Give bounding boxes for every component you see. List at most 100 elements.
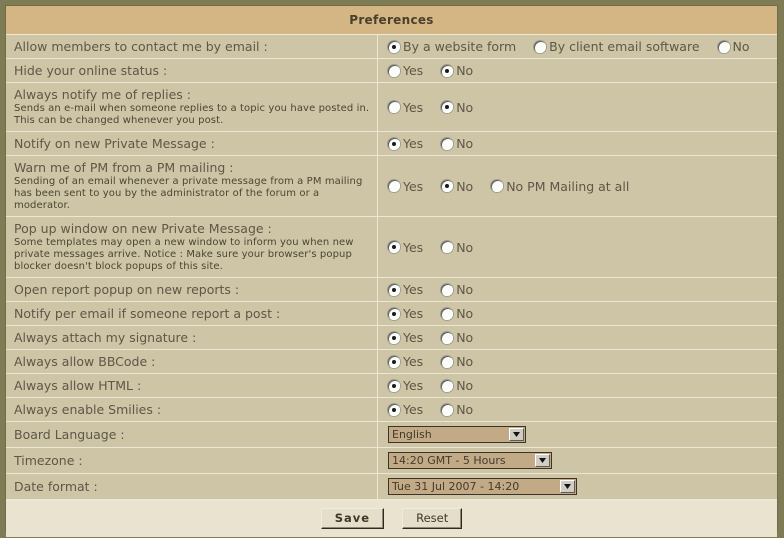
radio-option[interactable]: Yes bbox=[388, 306, 423, 321]
radio-option[interactable]: By client email software bbox=[534, 39, 700, 54]
radio-option[interactable]: No bbox=[441, 306, 473, 321]
date-format-select[interactable]: Tue 31 Jul 2007 - 14:20 bbox=[388, 478, 577, 495]
preferences-rows: Allow members to contact me by email : By… bbox=[6, 35, 777, 500]
radio-option[interactable]: Yes bbox=[388, 330, 423, 345]
radio-button-icon[interactable] bbox=[388, 64, 400, 77]
radio-button-icon[interactable] bbox=[441, 355, 454, 368]
radio-button-icon[interactable] bbox=[441, 403, 454, 416]
preferences-frame: Preferences Allow members to contact me … bbox=[0, 0, 784, 538]
radio-option-label: No bbox=[456, 282, 474, 297]
radio-option[interactable]: Yes bbox=[388, 240, 423, 255]
preference-row: Always allow HTML : Yes No bbox=[6, 374, 777, 398]
radio-button-selected-icon[interactable] bbox=[388, 355, 400, 368]
radio-option[interactable]: No bbox=[441, 136, 473, 151]
preference-label: Allow members to contact me by email : bbox=[14, 39, 268, 54]
timezone-selected-value: 14:20 GMT - 5 Hours bbox=[392, 454, 506, 467]
radio-option-label: No PM Mailing at all bbox=[506, 178, 630, 194]
radio-button-icon[interactable] bbox=[441, 379, 454, 392]
radio-option-label: No bbox=[732, 39, 750, 54]
timezone-select[interactable]: 14:20 GMT - 5 Hours bbox=[388, 452, 552, 469]
radio-option[interactable]: No bbox=[441, 179, 473, 194]
preference-row: Open report popup on new reports : Yes No bbox=[6, 278, 777, 302]
radio-button-icon[interactable] bbox=[388, 180, 400, 192]
radio-button-selected-icon[interactable] bbox=[388, 379, 400, 392]
preference-label-cell: Timezone : bbox=[6, 448, 378, 473]
radio-option-label: Yes bbox=[403, 330, 424, 345]
preference-label: Board Language : bbox=[14, 427, 125, 442]
reset-button[interactable]: Reset bbox=[402, 508, 463, 529]
preference-label-cell: Notify on new Private Message : bbox=[6, 132, 378, 155]
radio-option[interactable]: No bbox=[717, 39, 750, 54]
radio-button-icon[interactable] bbox=[534, 40, 547, 53]
preference-value-cell: Yes No bbox=[378, 326, 777, 349]
radio-option[interactable]: No bbox=[441, 354, 473, 369]
preference-row: Pop up window on new Private Message : So… bbox=[6, 217, 777, 278]
radio-button-icon[interactable] bbox=[491, 180, 504, 192]
radio-option[interactable]: Yes bbox=[388, 136, 423, 151]
radio-button-icon[interactable] bbox=[441, 283, 454, 296]
radio-button-selected-icon[interactable] bbox=[388, 331, 400, 344]
radio-option[interactable]: Yes bbox=[388, 179, 423, 194]
save-button[interactable]: Save bbox=[320, 508, 385, 529]
board-language-select[interactable]: English bbox=[388, 426, 526, 443]
radio-option[interactable]: No bbox=[441, 378, 473, 393]
radio-option[interactable]: Yes bbox=[388, 63, 423, 78]
radio-option[interactable]: Yes bbox=[388, 354, 423, 369]
preference-row: Always enable Smilies : Yes No bbox=[6, 398, 777, 422]
preference-row: Board Language : English bbox=[6, 422, 777, 448]
radio-option[interactable]: Yes bbox=[388, 402, 423, 417]
radio-option[interactable]: No bbox=[441, 282, 473, 297]
preference-label: Warn me of PM from a PM mailing : bbox=[14, 160, 234, 175]
radio-button-icon[interactable] bbox=[441, 331, 454, 344]
radio-option[interactable]: By a website form bbox=[388, 39, 516, 54]
radio-option[interactable]: No PM Mailing at all bbox=[491, 179, 629, 194]
preference-label-cell: Date format : bbox=[6, 474, 378, 499]
radio-option-label: No bbox=[456, 306, 474, 321]
preference-row: Notify per email if someone report a pos… bbox=[6, 302, 777, 326]
preference-value-cell: English bbox=[378, 422, 777, 447]
preference-description: Sends an e-mail when someone replies to … bbox=[14, 103, 370, 126]
radio-button-selected-icon[interactable] bbox=[388, 403, 400, 416]
radio-option-label: Yes bbox=[403, 402, 424, 417]
radio-button-selected-icon[interactable] bbox=[388, 40, 400, 53]
radio-option-label: Yes bbox=[403, 99, 424, 115]
preference-value-cell: Yes No bbox=[378, 278, 777, 301]
radio-option[interactable]: No bbox=[441, 402, 473, 417]
radio-group: Yes No No PM Mailing at all bbox=[388, 179, 629, 194]
radio-option[interactable]: Yes bbox=[388, 282, 423, 297]
chevron-down-icon[interactable] bbox=[535, 454, 550, 467]
radio-option[interactable]: Yes bbox=[388, 378, 423, 393]
radio-option-label: Yes bbox=[403, 282, 424, 297]
radio-button-selected-icon[interactable] bbox=[388, 241, 400, 253]
preference-label: Date format : bbox=[14, 479, 98, 494]
radio-button-selected-icon[interactable] bbox=[441, 180, 454, 192]
preference-description: Sending of an email whenever a private m… bbox=[14, 176, 363, 211]
radio-button-selected-icon[interactable] bbox=[388, 307, 400, 320]
radio-button-icon[interactable] bbox=[441, 137, 454, 150]
radio-option[interactable]: No bbox=[441, 240, 473, 255]
preference-value-cell: Yes No bbox=[378, 374, 777, 397]
radio-button-selected-icon[interactable] bbox=[441, 64, 454, 77]
board-language-selected-value: English bbox=[392, 428, 432, 441]
radio-option[interactable]: No bbox=[441, 63, 473, 78]
radio-button-icon[interactable] bbox=[388, 101, 400, 113]
panel-title-bar: Preferences bbox=[6, 6, 777, 35]
radio-button-selected-icon[interactable] bbox=[388, 137, 400, 150]
radio-button-selected-icon[interactable] bbox=[388, 283, 400, 296]
preference-label-cell: Always enable Smilies : bbox=[6, 398, 378, 421]
radio-option[interactable]: No bbox=[441, 330, 473, 345]
radio-button-icon[interactable] bbox=[717, 40, 730, 53]
radio-option[interactable]: No bbox=[441, 100, 473, 115]
preference-value-cell: Yes No bbox=[378, 132, 777, 155]
radio-group: By a website form By client email softwar… bbox=[388, 39, 750, 54]
preference-value-cell: By a website form By client email softwar… bbox=[378, 35, 777, 58]
form-actions: Save Reset bbox=[6, 500, 777, 537]
radio-button-icon[interactable] bbox=[441, 307, 454, 320]
chevron-down-icon[interactable] bbox=[509, 428, 524, 441]
radio-option[interactable]: Yes bbox=[388, 100, 423, 115]
radio-button-selected-icon[interactable] bbox=[441, 101, 454, 113]
radio-option-label: Yes bbox=[403, 306, 424, 321]
radio-button-icon[interactable] bbox=[441, 241, 454, 253]
chevron-down-icon[interactable] bbox=[560, 480, 575, 493]
radio-option-label: No bbox=[456, 99, 474, 115]
